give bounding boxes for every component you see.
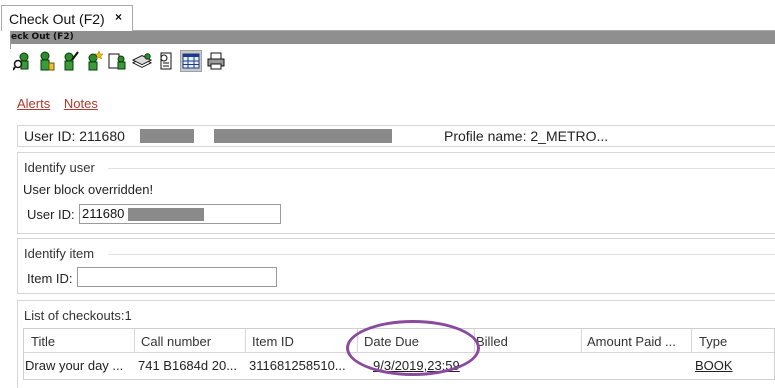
user-add-icon[interactable] <box>36 50 56 72</box>
identify-item-group: Identify item Item ID: <box>17 238 775 294</box>
redaction <box>214 129 392 143</box>
group-rule <box>108 254 775 255</box>
window-title-strip: eck Out (F2) <box>0 31 775 44</box>
identify-item-legend: Identify item <box>24 246 95 261</box>
cell-type[interactable]: BOOK <box>695 358 733 373</box>
item-id-label: Item ID: <box>27 271 73 286</box>
column-header-amount-paid[interactable]: Amount Paid ... <box>587 334 676 349</box>
user-summary-bar: User ID: 211680 Profile name: 2_METRO... <box>17 125 775 147</box>
checkouts-legend: List of checkouts:1 <box>24 308 132 323</box>
column-header-call-number[interactable]: Call number <box>141 334 211 349</box>
column-separator <box>245 329 246 353</box>
user-id-value: 211680 <box>82 206 125 221</box>
cell-item-id: 311681258510... <box>249 358 346 373</box>
cell-title: Draw your day ... <box>25 358 124 373</box>
user-id-label: User ID: <box>27 207 75 222</box>
calendar-icon[interactable] <box>180 50 202 72</box>
profile-name: Profile name: 2_METRO... <box>444 128 609 144</box>
window-title: eck Out (F2) <box>11 32 74 42</box>
group-rule <box>108 168 775 169</box>
column-separator <box>691 329 692 353</box>
alerts-notes-links: Alerts Notes <box>17 96 108 111</box>
user-block-message: User block overridden! <box>23 182 154 197</box>
tab-title: Check Out (F2) <box>9 11 105 27</box>
item-id-input[interactable] <box>77 267 277 287</box>
annotation-circle <box>346 320 480 376</box>
redaction <box>128 208 204 221</box>
find-user-icon[interactable] <box>12 50 32 72</box>
identify-user-group: Identify user User block overridden! Use… <box>17 152 775 234</box>
column-separator <box>134 329 135 353</box>
books-icon[interactable] <box>132 50 152 72</box>
receipt-icon[interactable] <box>156 50 176 72</box>
user-id-summary: User ID: 211680 <box>24 128 125 144</box>
strip-corner <box>0 31 11 49</box>
notes-link[interactable]: Notes <box>64 96 98 111</box>
print-icon[interactable] <box>206 50 226 72</box>
column-header-type[interactable]: Type <box>699 334 727 349</box>
column-header-item-id[interactable]: Item ID <box>252 334 294 349</box>
column-header-title[interactable]: Title <box>31 334 55 349</box>
column-separator <box>581 329 582 353</box>
column-header-billed[interactable]: Billed <box>476 334 508 349</box>
identify-user-legend: Identify user <box>24 160 95 175</box>
user-edit-icon[interactable] <box>60 50 80 72</box>
alerts-link[interactable]: Alerts <box>17 96 50 111</box>
tab-check-out[interactable]: Check Out (F2) × <box>1 5 133 31</box>
cell-call-number: 741 B1684d 20... <box>138 358 238 373</box>
user-new-icon[interactable] <box>84 50 104 72</box>
tab-bar: Check Out (F2) × <box>0 0 775 31</box>
redaction <box>140 129 194 143</box>
close-icon[interactable]: × <box>115 10 122 24</box>
checkout-icon[interactable] <box>108 50 128 72</box>
